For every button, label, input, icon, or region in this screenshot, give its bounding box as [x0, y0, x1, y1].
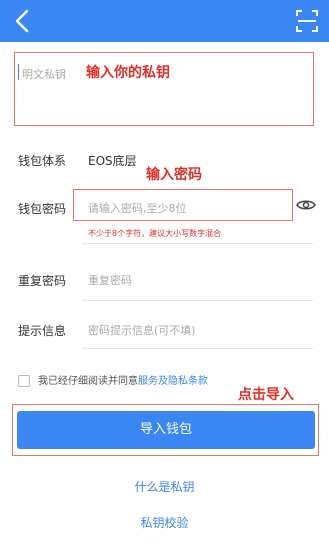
repeat-password-divider — [82, 300, 313, 301]
terms-link[interactable]: 服务及隐私条款 — [138, 376, 208, 387]
password-hint-divider — [82, 348, 313, 349]
eye-icon[interactable] — [296, 198, 316, 212]
agreement-text: 我已经仔细阅读并同意 — [38, 376, 138, 387]
repeat-password-input[interactable]: 重复密码 — [88, 272, 132, 288]
private-key-annotation: 输入你的私钥 — [86, 65, 170, 81]
password-hint-text: 不少于8个字符，建议大小写数字混合 — [88, 229, 222, 238]
wallet-system-label: 钱包体系 — [18, 154, 67, 168]
password-annotation: 输入密码 — [146, 167, 202, 183]
scan-icon[interactable] — [295, 8, 319, 34]
password-label: 钱包密码 — [18, 202, 67, 216]
repeat-password-label: 重复密码 — [18, 274, 67, 288]
top-bar — [0, 0, 329, 42]
chevron-left-icon[interactable] — [12, 8, 34, 34]
password-divider — [82, 243, 313, 244]
password-hint-label: 提示信息 — [18, 324, 67, 338]
wallet-system-value: EOS底层 — [88, 154, 137, 168]
agreement-row: 我已经仔细阅读并同意服务及隐私条款 — [18, 372, 208, 387]
password-input[interactable]: 请输入密码,至少8位 — [88, 200, 187, 216]
private-key-check-link[interactable]: 私钥校验 — [0, 514, 329, 531]
import-wallet-button[interactable]: 导入钱包 — [17, 411, 315, 449]
agreement-checkbox[interactable] — [18, 375, 30, 387]
import-annotation: 点击导入 — [238, 387, 294, 403]
password-hint-input[interactable]: 密码提示信息(可不填) — [88, 322, 196, 338]
what-is-private-key-link[interactable]: 什么是私钥 — [0, 478, 329, 495]
